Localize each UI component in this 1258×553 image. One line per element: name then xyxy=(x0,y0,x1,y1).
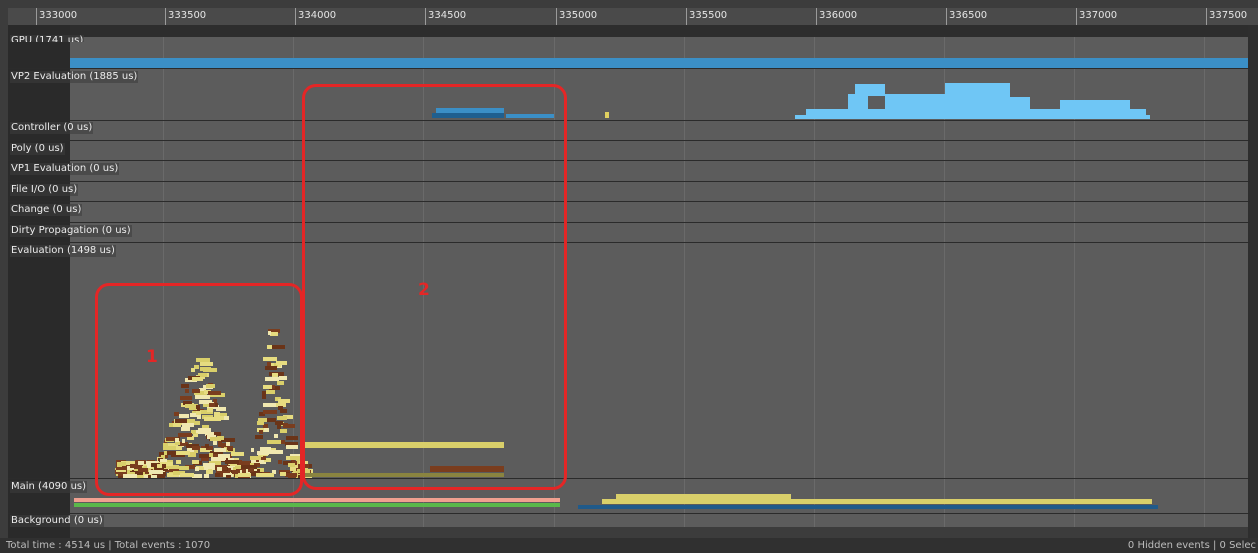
row-label-controller[interactable]: Controller (0 us) xyxy=(10,122,94,134)
row-separator xyxy=(8,222,1250,223)
range-slider[interactable] xyxy=(70,25,1248,37)
annotation-box-2 xyxy=(302,84,567,490)
row-separator xyxy=(8,201,1250,202)
ruler-tick: 333500 xyxy=(165,8,206,25)
grid-line xyxy=(1204,37,1205,527)
vp2-event[interactable] xyxy=(848,94,868,109)
ruler-tick: 333000 xyxy=(36,8,77,25)
main-event[interactable] xyxy=(74,503,560,507)
vp2-event[interactable] xyxy=(885,94,945,109)
row-label-evaluation[interactable]: Evaluation (1498 us) xyxy=(10,245,116,257)
vp2-event[interactable] xyxy=(1010,97,1030,109)
ruler-tick: 336000 xyxy=(816,8,857,25)
row-separator xyxy=(8,513,1250,514)
row-separator xyxy=(8,160,1250,161)
vp2-event[interactable] xyxy=(605,112,609,118)
row-separator xyxy=(8,120,1250,121)
status-total-time: Total time : 4514 us | Total events : 10… xyxy=(6,540,211,551)
row-separator xyxy=(8,68,1250,69)
row-separator xyxy=(8,242,1250,243)
status-hidden-events: 0 Hidden events | 0 Selec xyxy=(1127,540,1256,551)
ruler-tick: 336500 xyxy=(946,8,987,25)
ruler-tick: 337500 xyxy=(1206,8,1247,25)
row-label-poly[interactable]: Poly (0 us) xyxy=(10,143,65,155)
vp2-event[interactable] xyxy=(945,83,1010,109)
main-event[interactable] xyxy=(602,499,1152,504)
row-label-background[interactable]: Background (0 us) xyxy=(10,515,104,527)
row-label-file-io[interactable]: File I/O (0 us) xyxy=(10,184,79,196)
row-label-vp1-evaluation[interactable]: VP1 Evaluation (0 us) xyxy=(10,163,120,175)
annotation-label-2: 2 xyxy=(418,280,430,300)
row-label-main[interactable]: Main (4090 us) xyxy=(10,481,88,493)
main-event[interactable] xyxy=(578,505,1158,509)
row-label-change[interactable]: Change (0 us) xyxy=(10,204,83,216)
ruler-tick: 337000 xyxy=(1076,8,1117,25)
grid-line xyxy=(684,37,685,527)
vp2-event[interactable] xyxy=(806,109,1146,115)
row-separator xyxy=(8,181,1250,182)
time-ruler[interactable]: 333000 333500 334000 334500 335000 33550… xyxy=(8,8,1258,26)
ruler-tick: 335500 xyxy=(686,8,727,25)
ruler-tick: 334000 xyxy=(295,8,336,25)
row-header-column xyxy=(8,25,70,539)
row-label-gpu[interactable]: GPU (1741 us) xyxy=(10,35,85,42)
row-label-dirty-propagation[interactable]: Dirty Propagation (0 us) xyxy=(10,225,132,237)
annotation-label-1: 1 xyxy=(146,347,158,367)
vp2-event[interactable] xyxy=(1060,100,1130,109)
ruler-tick: 335000 xyxy=(556,8,597,25)
main-event[interactable] xyxy=(74,498,560,502)
vp2-event[interactable] xyxy=(795,115,1150,119)
annotation-box-1 xyxy=(95,283,303,496)
ruler-tick: 334500 xyxy=(425,8,466,25)
vp2-event[interactable] xyxy=(855,84,885,96)
row-separator xyxy=(8,140,1250,141)
vertical-scrollbar[interactable] xyxy=(1248,25,1258,539)
row-label-vp2-evaluation[interactable]: VP2 Evaluation (1885 us) xyxy=(10,71,139,83)
status-bar: Total time : 4514 us | Total events : 10… xyxy=(0,538,1258,553)
